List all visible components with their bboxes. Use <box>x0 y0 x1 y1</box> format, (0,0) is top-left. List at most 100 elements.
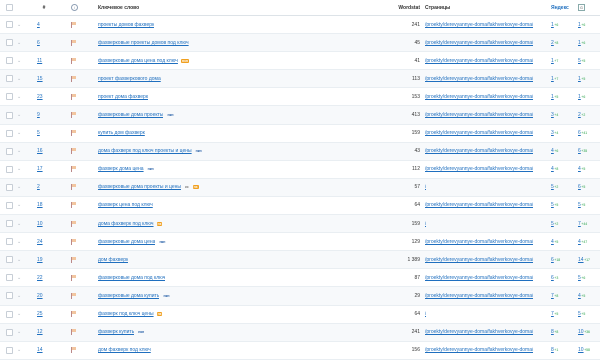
keyword-link[interactable]: купить дом фахверк <box>98 130 145 136</box>
row-number[interactable]: 20 <box>37 287 51 304</box>
google-position[interactable]: 2 +2 <box>578 106 598 123</box>
keyword-link[interactable]: проекты домов фахверк <box>98 22 154 28</box>
chevron-down-icon[interactable]: ⌄ <box>17 16 23 33</box>
flag-icon[interactable] <box>71 342 80 359</box>
google-position[interactable]: 6 +35 <box>578 143 598 160</box>
yandex-position[interactable]: 5 +2 <box>551 215 571 232</box>
keyword-link[interactable]: дома фахверк под ключ <box>98 221 154 227</box>
keyword-link[interactable]: фахверковые дома под ключ <box>98 275 165 281</box>
chevron-down-icon[interactable]: ⌄ <box>17 251 23 268</box>
flag-icon[interactable] <box>71 179 80 196</box>
flag-icon[interactable] <box>71 106 80 123</box>
yandex-position[interactable]: 1 +6 <box>551 16 571 33</box>
chevron-down-icon[interactable]: ⌄ <box>17 233 23 250</box>
yandex-position[interactable]: 5 +2 <box>551 179 571 196</box>
keyword-link[interactable]: дома фахверк под ключ проекты и цены <box>98 148 192 154</box>
yandex-position[interactable]: 7 +5 <box>551 306 571 323</box>
keyword-link[interactable]: фахверк купить <box>98 329 134 335</box>
page-link[interactable]: / <box>425 311 426 317</box>
row-number[interactable]: 18 <box>37 197 51 214</box>
row-number[interactable]: 15 <box>37 70 51 87</box>
row-number[interactable]: 5 <box>37 125 51 142</box>
page-link[interactable]: /proekty/derevyannye-doma/fakhverkovye-d… <box>425 130 533 136</box>
page-link[interactable]: /proekty/derevyannye-doma/fakhverkovye-d… <box>425 275 533 281</box>
google-position[interactable]: 4 +47 <box>578 233 598 250</box>
row-checkbox[interactable] <box>6 197 13 214</box>
google-position[interactable]: 5 +5 <box>578 197 598 214</box>
row-checkbox[interactable] <box>6 215 13 232</box>
chevron-down-icon[interactable]: ⌄ <box>17 287 23 304</box>
row-number[interactable]: 12 <box>37 324 51 341</box>
page-link[interactable]: /proekty/derevyannye-doma/fakhverkovye-d… <box>425 94 533 100</box>
chevron-down-icon[interactable]: ⌄ <box>17 106 23 123</box>
chevron-down-icon[interactable]: ⌄ <box>17 324 23 341</box>
flag-icon[interactable] <box>71 125 80 142</box>
page-link[interactable]: /proekty/derevyannye-doma/fakhverkovye-d… <box>425 148 533 154</box>
flag-icon[interactable] <box>71 215 80 232</box>
row-number[interactable]: 6 <box>37 34 51 51</box>
google-position[interactable]: 4 +5 <box>578 161 598 178</box>
google-position[interactable]: 10 +58 <box>578 342 598 359</box>
page-link[interactable]: /proekty/derevyannye-doma/fakhverkovye-d… <box>425 239 533 245</box>
row-number[interactable]: 9 <box>37 106 51 123</box>
google-position[interactable]: 14 +17 <box>578 251 598 268</box>
page-link[interactable]: /proekty/derevyannye-doma/fakhverkovye-d… <box>425 347 533 353</box>
chevron-down-icon[interactable]: ⌄ <box>17 179 23 196</box>
flag-icon[interactable] <box>71 70 80 87</box>
row-number[interactable]: 23 <box>37 88 51 105</box>
row-number[interactable]: 16 <box>37 143 51 160</box>
row-checkbox[interactable] <box>6 287 13 304</box>
row-checkbox[interactable] <box>6 106 13 123</box>
yandex-position[interactable]: 4 +5 <box>551 233 571 250</box>
chevron-down-icon[interactable]: ⌄ <box>17 88 23 105</box>
keyword-link[interactable]: фахверковые дома проекты и цены <box>98 184 181 190</box>
chevron-down-icon[interactable]: ⌄ <box>17 125 23 142</box>
flag-icon[interactable] <box>71 52 80 69</box>
chevron-down-icon[interactable]: ⌄ <box>17 269 23 286</box>
google-position[interactable]: 1 +6 <box>578 16 598 33</box>
yandex-position[interactable]: 3 +4 <box>551 125 571 142</box>
yandex-position[interactable]: 4 +6 <box>551 143 571 160</box>
flag-icon[interactable] <box>71 269 80 286</box>
page-link[interactable]: /proekty/derevyannye-doma/fakhverkovye-d… <box>425 58 533 64</box>
row-checkbox[interactable] <box>6 52 13 69</box>
keyword-link[interactable]: проект фахверкового дома <box>98 76 161 82</box>
row-checkbox[interactable] <box>6 88 13 105</box>
page-link[interactable]: /proekty/derevyannye-doma/fakhverkovye-d… <box>425 40 533 46</box>
row-number[interactable]: 14 <box>37 342 51 359</box>
page-link[interactable]: /proekty/derevyannye-doma/fakhverkovye-d… <box>425 257 533 263</box>
num-column-header[interactable]: # <box>37 0 51 15</box>
chevron-down-icon[interactable]: ⌄ <box>17 34 23 51</box>
flag-icon[interactable] <box>71 161 80 178</box>
flag-icon[interactable] <box>71 324 80 341</box>
page-link[interactable]: /proekty/derevyannye-doma/fakhverkovye-d… <box>425 76 533 82</box>
chevron-down-icon[interactable]: ⌄ <box>17 197 23 214</box>
google-position[interactable]: 4 +5 <box>578 287 598 304</box>
google-position[interactable]: 1 +6 <box>578 34 598 51</box>
yandex-position[interactable]: 7 +8 <box>551 287 571 304</box>
chevron-down-icon[interactable]: ⌄ <box>17 70 23 87</box>
wordstat-column-header[interactable]: Wordstat <box>380 0 420 15</box>
page-link[interactable]: /proekty/derevyannye-doma/fakhverkovye-d… <box>425 329 533 335</box>
yandex-position[interactable]: 5 +5 <box>551 197 571 214</box>
flag-icon[interactable] <box>71 88 80 105</box>
row-checkbox[interactable] <box>6 143 13 160</box>
flag-icon[interactable] <box>71 197 80 214</box>
google-position[interactable]: 5 +5 <box>578 306 598 323</box>
row-checkbox[interactable] <box>6 306 13 323</box>
row-checkbox[interactable] <box>6 70 13 87</box>
page-link[interactable]: / <box>425 184 426 190</box>
chevron-down-icon[interactable]: ⌄ <box>17 143 23 160</box>
row-number[interactable]: 24 <box>37 233 51 250</box>
page-link[interactable]: /proekty/derevyannye-doma/fakhverkovye-d… <box>425 112 533 118</box>
keyword-link[interactable]: фахверковые дома проекты <box>98 112 163 118</box>
row-checkbox[interactable] <box>6 161 13 178</box>
flag-icon[interactable] <box>71 143 80 160</box>
keyword-link[interactable]: фахверк под ключ цены <box>98 311 154 317</box>
row-number[interactable]: 22 <box>37 269 51 286</box>
row-checkbox[interactable] <box>6 125 13 142</box>
row-number[interactable]: 4 <box>37 16 51 33</box>
row-number[interactable]: 10 <box>37 215 51 232</box>
row-number[interactable]: 11 <box>37 52 51 69</box>
row-checkbox[interactable] <box>6 179 13 196</box>
